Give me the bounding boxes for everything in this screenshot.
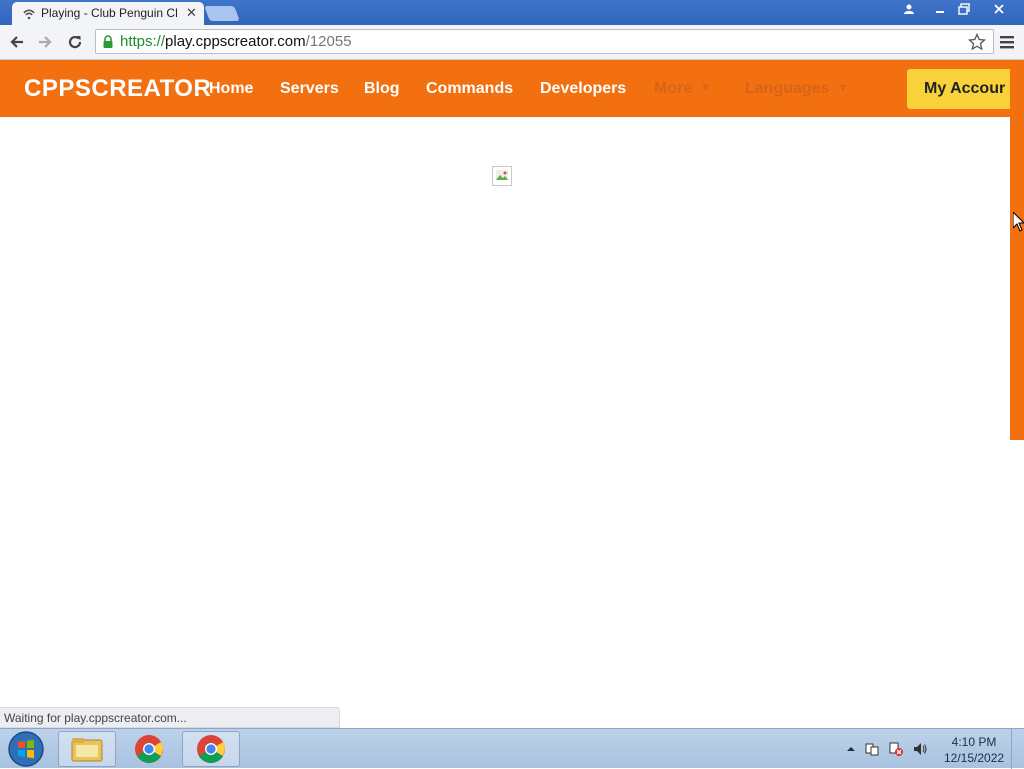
nav-languages[interactable]: Languages ▼ xyxy=(745,80,848,98)
window-close-icon[interactable] xyxy=(976,0,1021,18)
taskbar-chrome[interactable] xyxy=(120,731,178,767)
browser-tab[interactable]: Playing - Club Penguin Cl ✕ xyxy=(12,2,204,25)
url-text: https://play.cppscreator.com/12055 xyxy=(120,33,352,50)
forward-arrow-icon[interactable] xyxy=(34,31,56,53)
url-protocol: https:// xyxy=(120,33,166,50)
loading-icon xyxy=(23,9,35,20)
chevron-down-icon: ▼ xyxy=(700,82,712,94)
tab-close-icon[interactable]: ✕ xyxy=(186,5,197,21)
action-center-icon[interactable] xyxy=(864,741,880,757)
my-account-label: My Accour xyxy=(924,80,1006,97)
nav-more-label: More xyxy=(654,80,693,97)
tab-title: Playing - Club Penguin Cl xyxy=(41,6,178,20)
site-header: CPPSCREATOR Home Servers Blog Commands D… xyxy=(0,60,1017,117)
show-desktop-button[interactable] xyxy=(1011,729,1024,769)
nav-servers[interactable]: Servers xyxy=(280,80,339,98)
nav-home[interactable]: Home xyxy=(209,80,253,98)
bookmark-star-icon[interactable] xyxy=(968,33,986,51)
reload-icon[interactable] xyxy=(64,31,86,53)
clock-date: 12/15/2022 xyxy=(944,751,1005,765)
browser-tab-strip: Playing - Club Penguin Cl ✕ xyxy=(0,0,1024,25)
folder-icon xyxy=(71,738,103,762)
system-tray xyxy=(846,741,928,757)
clock-time: 4:10 PM xyxy=(951,735,997,749)
taskbar-clock[interactable]: 4:10 PM 12/15/2022 xyxy=(944,734,1004,766)
browser-toolbar: https://play.cppscreator.com/12055 xyxy=(0,25,1024,60)
new-tab-button[interactable] xyxy=(204,6,240,21)
user-icon[interactable] xyxy=(896,0,922,18)
lock-icon xyxy=(103,35,113,48)
chevron-down-icon: ▼ xyxy=(837,82,849,94)
broken-image-icon xyxy=(492,166,512,186)
restore-icon[interactable] xyxy=(952,0,976,18)
nav-blog[interactable]: Blog xyxy=(364,80,400,98)
taskbar: 4:10 PM 12/15/2022 xyxy=(0,728,1024,769)
site-logo[interactable]: CPPSCREATOR xyxy=(24,75,211,103)
chrome-icon xyxy=(197,735,225,763)
show-hidden-icons-icon[interactable] xyxy=(846,744,856,754)
mouse-cursor-icon xyxy=(1013,212,1024,232)
address-bar[interactable]: https://play.cppscreator.com/12055 xyxy=(95,29,994,54)
url-host: play.cppscreator.com xyxy=(165,33,306,50)
nav-languages-label: Languages xyxy=(745,80,830,97)
nav-commands[interactable]: Commands xyxy=(426,80,513,98)
network-icon[interactable] xyxy=(888,741,904,757)
status-bubble: Waiting for play.cppscreator.com... xyxy=(0,707,340,728)
my-account-button[interactable]: My Accour xyxy=(907,69,1017,109)
minimize-icon[interactable] xyxy=(928,0,952,18)
side-strip xyxy=(1010,60,1024,440)
windows-start-icon[interactable] xyxy=(6,730,46,768)
chrome-icon xyxy=(135,735,163,763)
volume-icon[interactable] xyxy=(912,741,928,757)
nav-more[interactable]: More ▼ xyxy=(654,80,711,98)
taskbar-chrome-active[interactable] xyxy=(182,731,240,767)
url-path: /12055 xyxy=(305,33,352,50)
taskbar-file-explorer[interactable] xyxy=(58,731,116,767)
status-text: Waiting for play.cppscreator.com... xyxy=(4,711,187,725)
nav-developers[interactable]: Developers xyxy=(540,80,626,98)
menu-icon[interactable] xyxy=(998,34,1016,50)
back-arrow-icon[interactable] xyxy=(6,31,28,53)
